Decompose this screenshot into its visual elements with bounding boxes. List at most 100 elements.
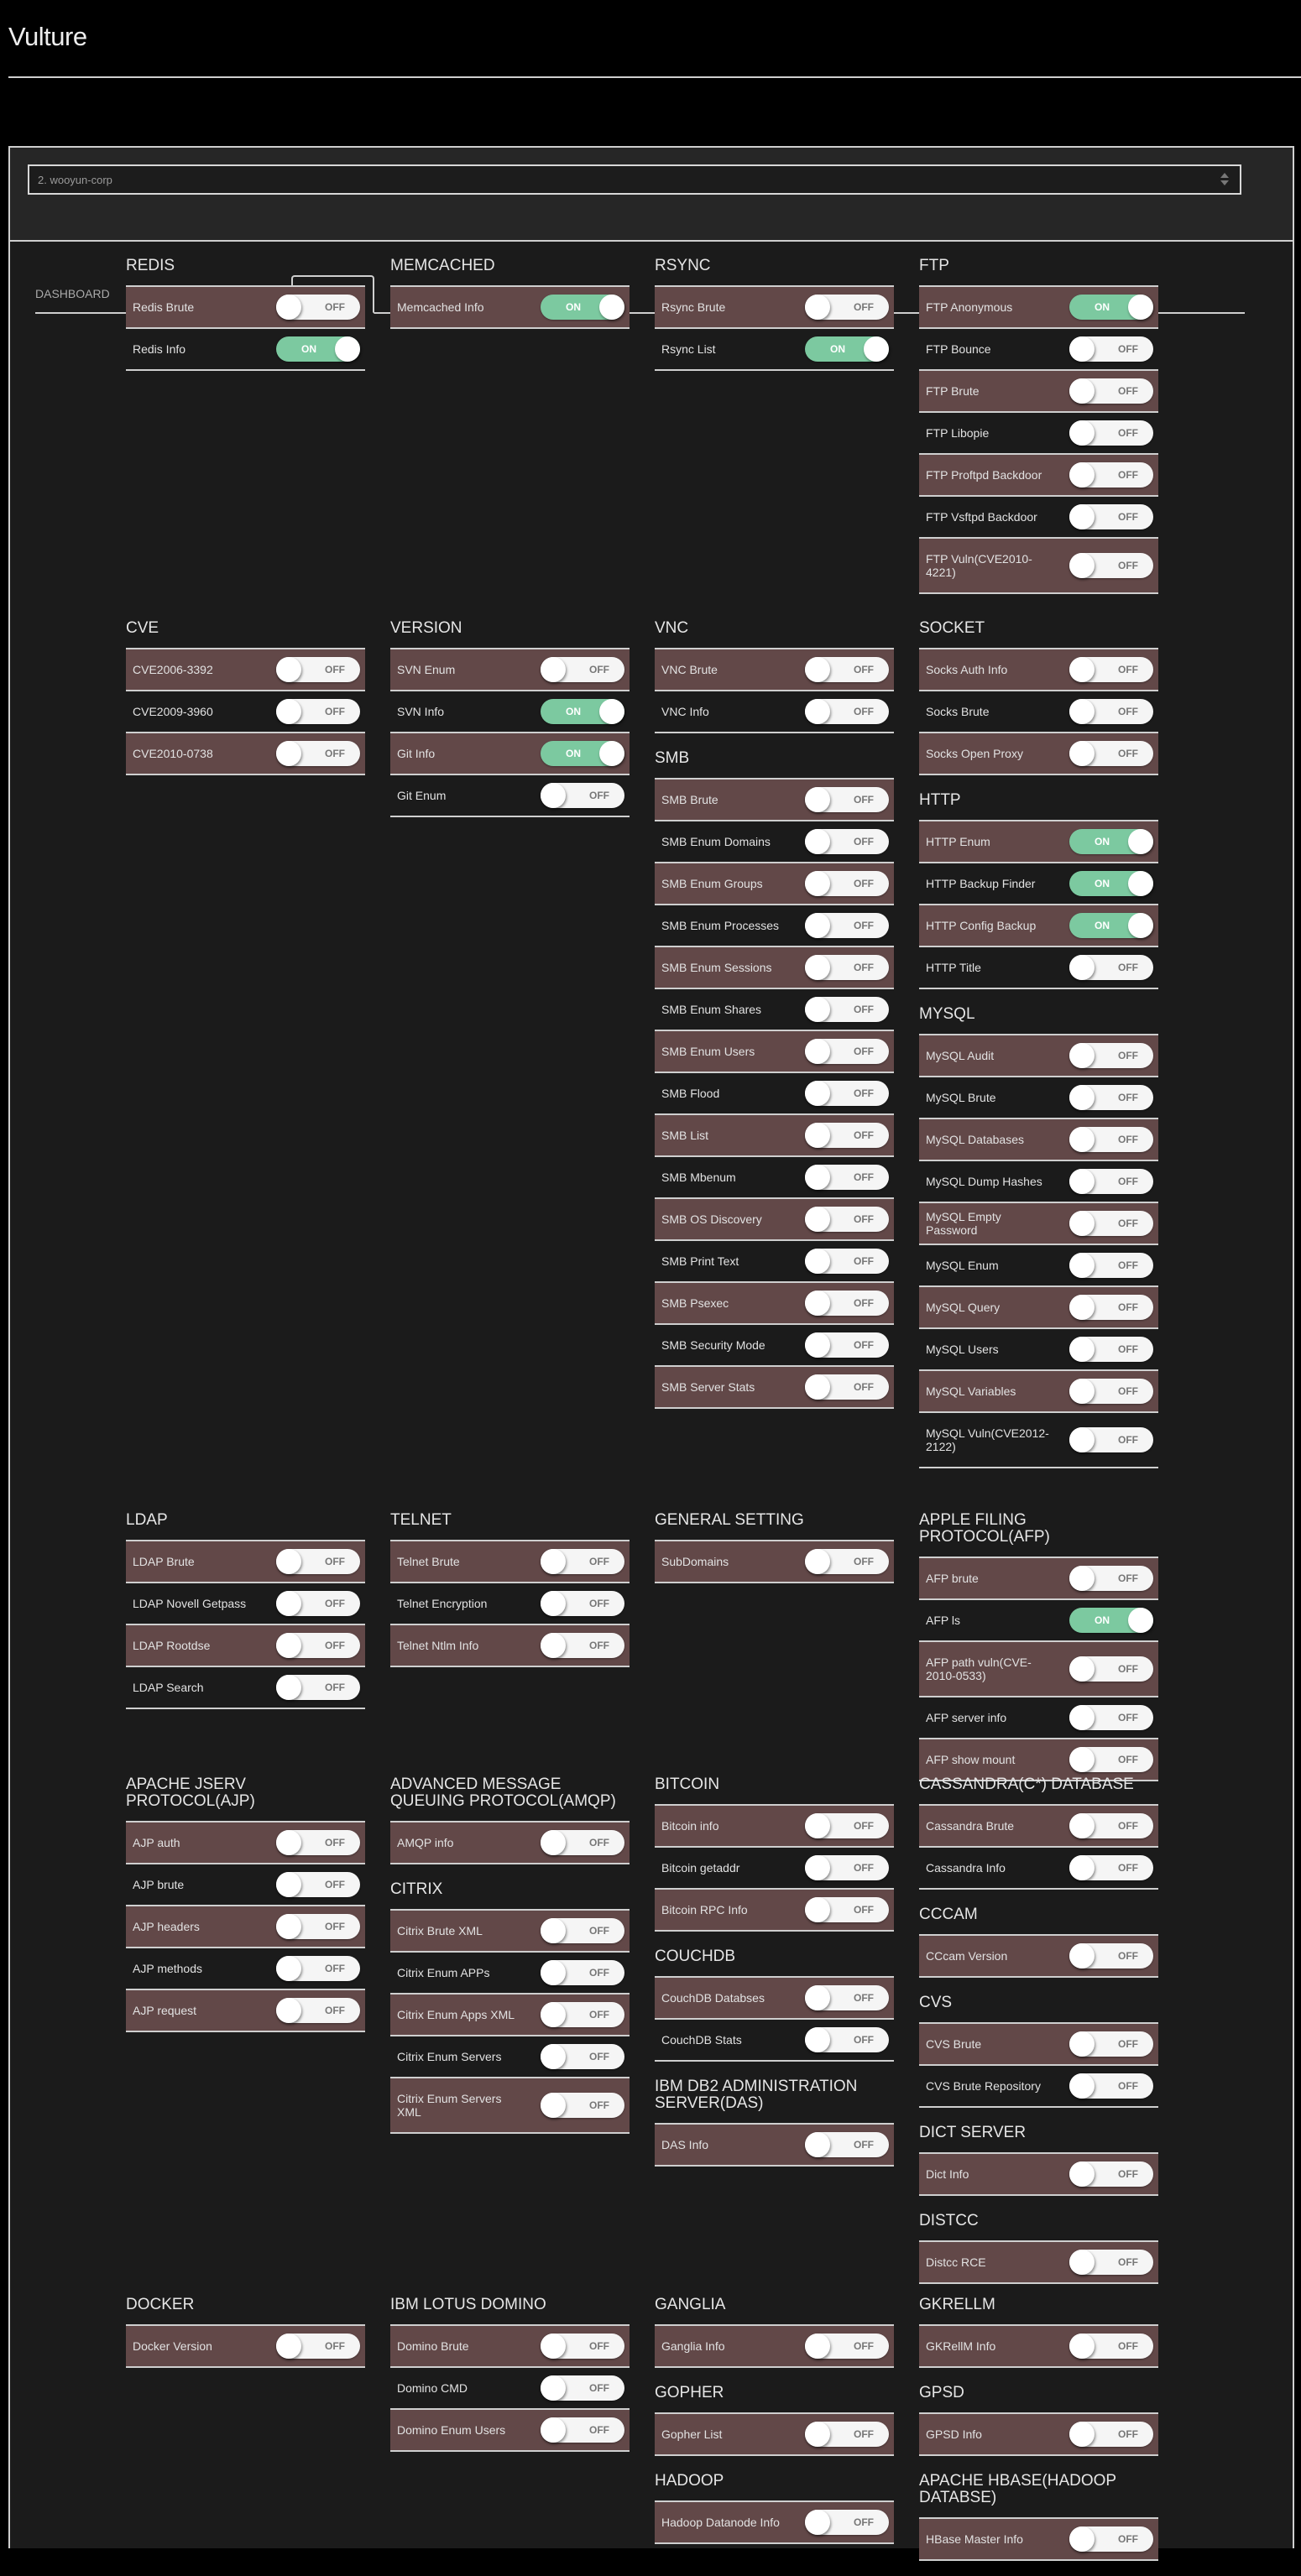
setting-toggle[interactable]: OFF	[1069, 1211, 1153, 1236]
setting-toggle[interactable]: OFF	[276, 741, 360, 766]
setting-toggle[interactable]: OFF	[1069, 2031, 1153, 2057]
setting-toggle[interactable]: OFF	[1069, 1085, 1153, 1110]
setting-toggle[interactable]: OFF	[541, 783, 624, 808]
setting-toggle[interactable]: ON	[541, 741, 624, 766]
setting-toggle[interactable]: OFF	[805, 1249, 889, 1274]
setting-toggle[interactable]: OFF	[805, 1207, 889, 1232]
setting-toggle[interactable]: OFF	[805, 699, 889, 724]
setting-toggle[interactable]: OFF	[805, 295, 889, 320]
setting-toggle[interactable]: OFF	[1069, 2073, 1153, 2099]
setting-toggle[interactable]: OFF	[541, 2417, 624, 2443]
setting-toggle[interactable]: OFF	[1069, 1253, 1153, 1278]
setting-toggle[interactable]: OFF	[1069, 1747, 1153, 1772]
setting-toggle[interactable]: ON	[541, 295, 624, 320]
setting-toggle[interactable]: OFF	[805, 2510, 889, 2535]
setting-toggle[interactable]: OFF	[541, 2334, 624, 2359]
setting-toggle[interactable]: OFF	[805, 787, 889, 812]
setting-toggle[interactable]: OFF	[1069, 657, 1153, 682]
setting-toggle[interactable]: ON	[1069, 295, 1153, 320]
setting-toggle[interactable]: OFF	[805, 657, 889, 682]
setting-toggle[interactable]: OFF	[805, 2027, 889, 2052]
setting-toggle[interactable]: ON	[1069, 1608, 1153, 1633]
setting-toggle[interactable]: OFF	[276, 1914, 360, 1939]
setting-toggle[interactable]: OFF	[1069, 1855, 1153, 1880]
setting-toggle[interactable]: OFF	[541, 1830, 624, 1855]
setting-toggle[interactable]: OFF	[1069, 2250, 1153, 2275]
setting-toggle[interactable]: OFF	[805, 1123, 889, 1148]
setting-toggle[interactable]: OFF	[805, 1165, 889, 1190]
setting-toggle[interactable]: ON	[805, 336, 889, 362]
setting-toggle[interactable]: OFF	[1069, 504, 1153, 529]
setting-toggle[interactable]: OFF	[1069, 553, 1153, 578]
setting-toggle[interactable]: OFF	[1069, 462, 1153, 488]
setting-toggle[interactable]: OFF	[276, 1549, 360, 1574]
setting-toggle[interactable]: ON	[541, 699, 624, 724]
setting-toggle[interactable]: ON	[1069, 871, 1153, 896]
setting-toggle[interactable]: OFF	[805, 1081, 889, 1106]
setting-toggle[interactable]: OFF	[541, 2375, 624, 2401]
setting-toggle[interactable]: OFF	[1069, 1813, 1153, 1838]
setting-toggle[interactable]: OFF	[541, 2093, 624, 2118]
setting-toggle[interactable]: OFF	[805, 1374, 889, 1400]
setting-toggle[interactable]: OFF	[805, 955, 889, 980]
project-select[interactable]: 2. wooyun-corp	[28, 164, 1241, 195]
setting-toggle[interactable]: OFF	[276, 1956, 360, 1981]
setting-toggle[interactable]: OFF	[1069, 1295, 1153, 1320]
setting-toggle[interactable]: OFF	[805, 1985, 889, 2010]
setting-toggle[interactable]: OFF	[805, 2422, 889, 2447]
setting-toggle[interactable]: OFF	[1069, 1379, 1153, 1404]
setting-toggle[interactable]: OFF	[276, 699, 360, 724]
setting-toggle[interactable]: OFF	[276, 1998, 360, 2023]
setting-toggle[interactable]: OFF	[541, 2002, 624, 2027]
setting-toggle[interactable]: OFF	[276, 1591, 360, 1616]
setting-toggle[interactable]: OFF	[805, 1039, 889, 1064]
setting-toggle[interactable]: OFF	[1069, 699, 1153, 724]
setting-toggle[interactable]: OFF	[1069, 1043, 1153, 1068]
setting-toggle[interactable]: OFF	[1069, 378, 1153, 404]
setting-toggle[interactable]: OFF	[805, 1291, 889, 1316]
setting-toggle[interactable]: OFF	[1069, 1566, 1153, 1591]
setting-toggle[interactable]: OFF	[541, 657, 624, 682]
setting-toggle[interactable]: OFF	[1069, 1705, 1153, 1730]
setting-toggle[interactable]: OFF	[276, 657, 360, 682]
tab-dashboard[interactable]: DASHBOARD	[35, 277, 110, 312]
setting-toggle[interactable]: OFF	[276, 2334, 360, 2359]
setting-toggle[interactable]: OFF	[541, 1591, 624, 1616]
setting-toggle[interactable]: OFF	[805, 1549, 889, 1574]
setting-toggle[interactable]: OFF	[805, 1855, 889, 1880]
setting-toggle[interactable]: OFF	[805, 1813, 889, 1838]
setting-toggle[interactable]: OFF	[805, 871, 889, 896]
setting-toggle[interactable]: OFF	[805, 1897, 889, 1922]
setting-toggle[interactable]: OFF	[276, 1675, 360, 1700]
setting-toggle[interactable]: OFF	[276, 1872, 360, 1897]
setting-toggle[interactable]: OFF	[1069, 1337, 1153, 1362]
setting-toggle[interactable]: OFF	[805, 913, 889, 938]
setting-toggle[interactable]: OFF	[805, 1332, 889, 1358]
setting-toggle[interactable]: OFF	[1069, 1427, 1153, 1452]
setting-toggle[interactable]: OFF	[805, 829, 889, 854]
setting-toggle[interactable]: ON	[276, 336, 360, 362]
setting-toggle[interactable]: OFF	[1069, 420, 1153, 446]
setting-toggle[interactable]: OFF	[1069, 2334, 1153, 2359]
setting-toggle[interactable]: ON	[1069, 829, 1153, 854]
setting-toggle[interactable]: OFF	[1069, 336, 1153, 362]
setting-toggle[interactable]: OFF	[541, 1960, 624, 1985]
setting-toggle[interactable]: OFF	[1069, 1169, 1153, 1194]
setting-toggle[interactable]: OFF	[1069, 1127, 1153, 1152]
setting-toggle[interactable]: OFF	[541, 2044, 624, 2069]
setting-toggle[interactable]: OFF	[1069, 1943, 1153, 1969]
setting-toggle[interactable]: OFF	[276, 295, 360, 320]
setting-toggle[interactable]: OFF	[1069, 2161, 1153, 2187]
setting-toggle[interactable]: ON	[1069, 913, 1153, 938]
setting-toggle[interactable]: OFF	[276, 1633, 360, 1658]
setting-toggle[interactable]: OFF	[541, 1918, 624, 1943]
setting-toggle[interactable]: OFF	[805, 2132, 889, 2157]
setting-toggle[interactable]: OFF	[541, 1633, 624, 1658]
setting-toggle[interactable]: OFF	[276, 1830, 360, 1855]
setting-toggle[interactable]: OFF	[1069, 1656, 1153, 1682]
setting-toggle[interactable]: OFF	[1069, 955, 1153, 980]
setting-toggle[interactable]: OFF	[805, 2334, 889, 2359]
setting-toggle[interactable]: OFF	[805, 997, 889, 1022]
setting-toggle[interactable]: OFF	[1069, 2422, 1153, 2447]
setting-toggle[interactable]: OFF	[1069, 741, 1153, 766]
